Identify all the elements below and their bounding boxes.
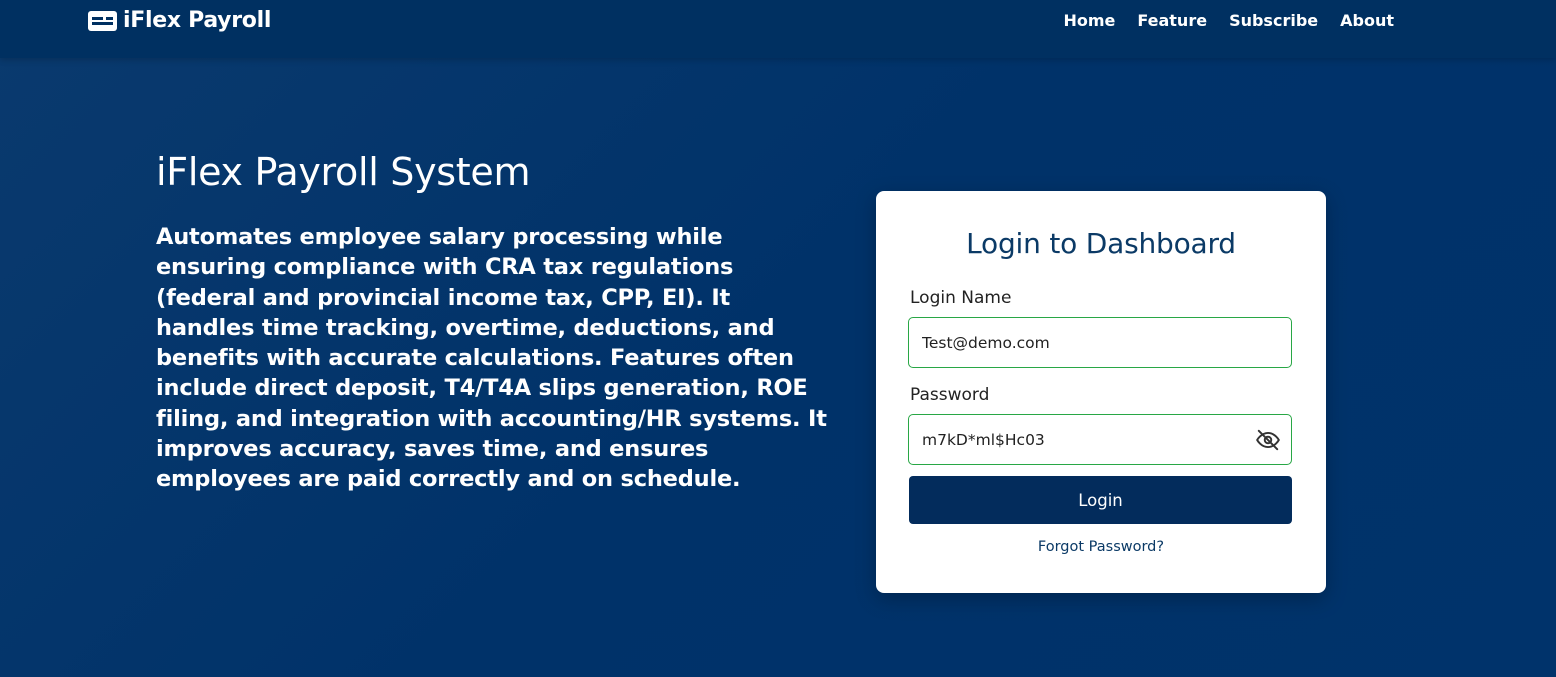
password-input[interactable] [909, 415, 1291, 464]
eye-slash-icon[interactable] [1255, 427, 1281, 453]
id-card-icon [88, 10, 117, 31]
nav-link-home[interactable]: Home [1063, 11, 1115, 30]
password-field [908, 414, 1292, 465]
login-name-input[interactable] [909, 318, 1291, 367]
nav-link-subscribe[interactable]: Subscribe [1229, 11, 1318, 30]
nav-links: Home Feature Subscribe About [1063, 11, 1394, 30]
login-name-label: Login Name [910, 288, 1012, 308]
login-name-field [908, 317, 1292, 368]
login-button[interactable]: Login [909, 476, 1292, 524]
login-title: Login to Dashboard [966, 227, 1236, 260]
nav-link-feature[interactable]: Feature [1137, 11, 1207, 30]
password-label: Password [910, 385, 990, 405]
brand-logo[interactable]: iFlex Payroll [88, 8, 271, 33]
hero-title: iFlex Payroll System [156, 150, 531, 194]
forgot-password-link[interactable]: Forgot Password? [876, 539, 1326, 555]
hero-description: Automates employee salary processing whi… [156, 224, 827, 493]
brand-name: iFlex Payroll [123, 8, 272, 33]
nav-link-about[interactable]: About [1340, 11, 1394, 30]
top-navbar: iFlex Payroll Home Feature Subscribe Abo… [0, 0, 1556, 58]
login-card: Login to Dashboard Login Name Password L… [876, 191, 1326, 593]
